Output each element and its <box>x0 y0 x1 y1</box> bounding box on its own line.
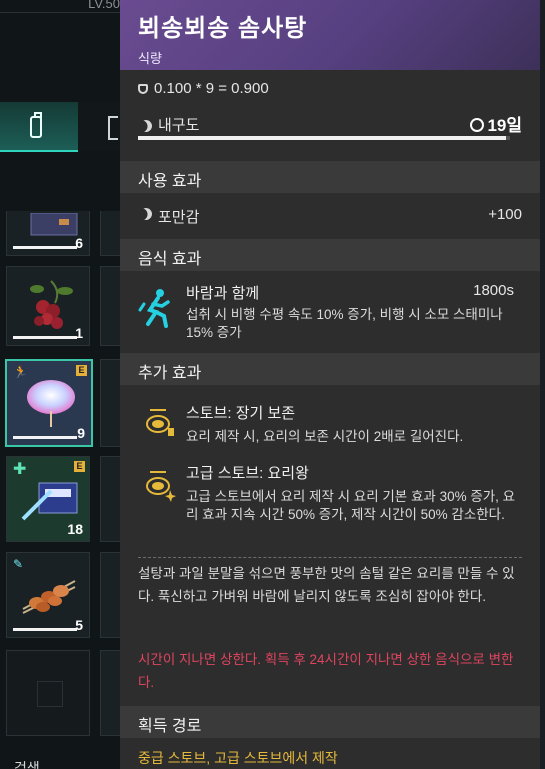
syringe-kit-item-icon <box>21 482 78 521</box>
inventory-slot[interactable] <box>100 552 120 638</box>
food-effect-name: 바람과 함께 <box>186 285 260 302</box>
durability-bar <box>13 246 77 249</box>
food-effect-duration: 1800s <box>473 282 514 299</box>
durability-value: 19일 <box>470 111 522 136</box>
durability-icon <box>138 118 154 134</box>
stove-icon <box>146 409 174 436</box>
timer-icon <box>470 118 485 132</box>
level-divider <box>0 12 120 13</box>
inventory-slot[interactable] <box>100 359 120 447</box>
inventory-slot-empty[interactable] <box>6 650 90 736</box>
tooltip-header: 뵈송뵈송 솜사탕 식량 <box>120 0 540 70</box>
search-label[interactable]: 검색 <box>14 758 40 769</box>
section-extra-effect: 추가 효과 <box>120 353 540 385</box>
item-count: 18 <box>67 521 83 537</box>
durability-bar <box>13 336 77 339</box>
divider <box>138 557 522 558</box>
extra-effect-desc: 고급 스토브에서 요리 제작 시 요리 기본 효과 30% 증가, 요리 효과 … <box>186 489 516 522</box>
bottle-icon <box>30 112 42 138</box>
section-title: 획득 경로 <box>138 718 202 735</box>
inventory-slot[interactable]: ✎ 5 <box>6 552 90 638</box>
background-strip <box>540 0 545 769</box>
level-bar: LV.50 <box>0 0 120 12</box>
section-acquire: 획득 경로 <box>120 706 540 738</box>
item-count: 5 <box>75 617 83 633</box>
inventory-slot-selected[interactable]: 🏃 E 9 <box>5 359 93 447</box>
fullness-label: 포만감 <box>158 209 200 226</box>
section-title: 음식 효과 <box>138 251 202 268</box>
inventory-slot[interactable] <box>100 650 120 736</box>
skewer-item-icon <box>22 580 76 614</box>
syringe-icon: ✎ <box>13 557 24 571</box>
acquire-source: 중급 스토브, 고급 스토브에서 제작 <box>138 750 338 766</box>
item-name: 뵈송뵈송 솜사탕 <box>138 15 308 42</box>
weight-formula: 0.100 * 9 = 0.900 <box>154 80 269 97</box>
weight-icon <box>138 84 148 94</box>
durability-label: 내구도 <box>158 117 200 134</box>
durability-bar <box>13 628 77 631</box>
cotton-candy-item-icon <box>27 380 75 427</box>
food-effect-desc: 섭취 시 비행 수평 속도 10% 증가, 비행 시 소모 스태미나 15% 증… <box>186 307 503 340</box>
extra-effect-name: 고급 스토브: 요리왕 <box>186 465 309 482</box>
extra-effect-desc: 요리 제작 시, 요리의 보존 시간이 2배로 길어진다. <box>186 429 464 444</box>
item-count: 9 <box>77 425 85 441</box>
fullness-value: +100 <box>488 206 522 223</box>
inventory-slot[interactable] <box>100 211 120 256</box>
tab-next[interactable] <box>108 116 118 140</box>
section-title: 사용 효과 <box>138 173 202 190</box>
inventory-slot[interactable] <box>100 456 120 542</box>
empty-slot-frame <box>37 681 63 707</box>
inventory-panel: LV.50 6 1 🏃 E 9 ✚ E 18 ✎ 5 검색 <box>0 0 120 769</box>
inventory-slot[interactable]: 1 <box>6 266 90 346</box>
equip-badge: E <box>74 461 85 472</box>
item-count: 6 <box>75 235 83 251</box>
weight-row: 0.100 * 9 = 0.900 <box>138 80 522 97</box>
extra-effect-name: 스토브: 장기 보존 <box>186 405 296 422</box>
item-description: 설탕과 과일 분말을 섞으면 풍부한 맛의 솜털 같은 요리를 만들 수 있다.… <box>138 566 515 604</box>
item-tooltip: 뵈송뵈송 솜사탕 식량 0.100 * 9 = 0.900 내구도 19일 사용… <box>120 0 540 769</box>
item-type: 식량 <box>138 51 162 66</box>
item-count: 1 <box>75 325 83 341</box>
inventory-slot[interactable]: ✚ E 18 <box>6 456 90 542</box>
spoil-warning: 시간이 지나면 상한다. 획득 후 24시간이 지나면 상한 음식으로 변한다. <box>138 652 514 690</box>
section-title: 추가 효과 <box>138 365 202 382</box>
durability-fill <box>138 136 506 140</box>
inventory-slot[interactable]: 6 <box>6 211 90 256</box>
fullness-icon <box>138 206 154 222</box>
section-food-effect: 음식 효과 <box>120 239 540 271</box>
section-use-effect: 사용 효과 <box>120 161 540 193</box>
durability-bar <box>13 436 77 439</box>
running-icon <box>138 289 170 328</box>
inventory-slot[interactable] <box>100 266 120 346</box>
level-label: LV.50 <box>88 0 120 11</box>
berries-item-icon <box>30 280 73 329</box>
advanced-stove-icon <box>146 471 176 502</box>
